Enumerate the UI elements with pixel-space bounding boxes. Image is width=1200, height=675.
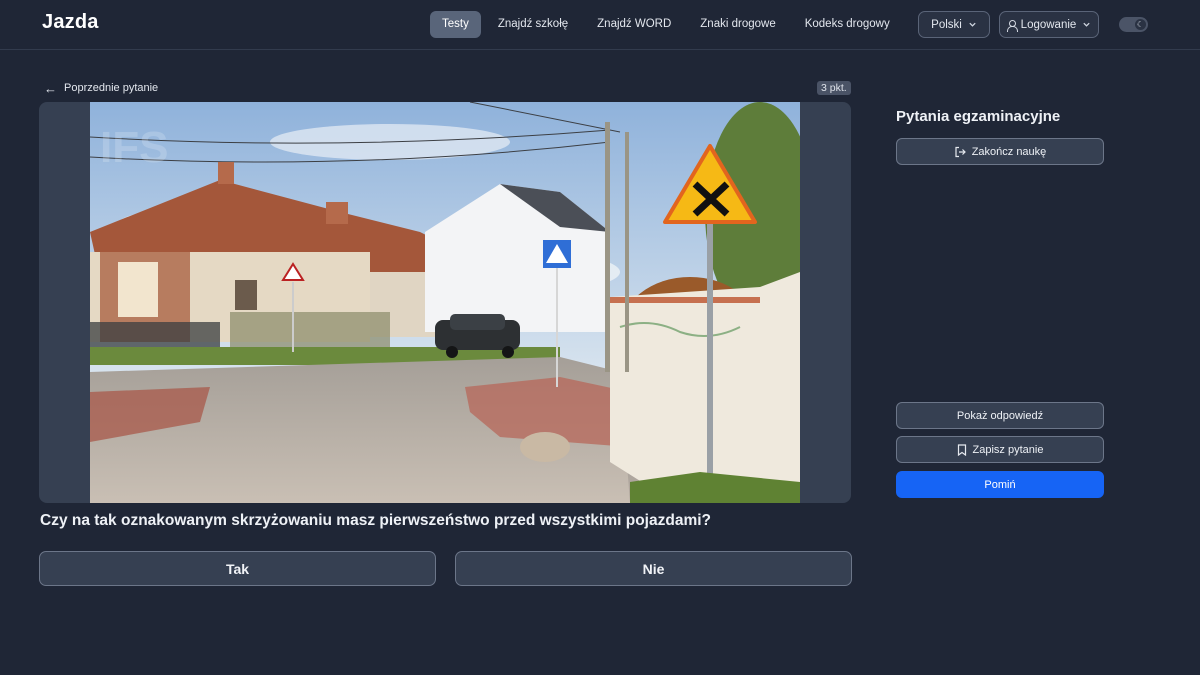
top-navbar: Jazda Testy Znajdź szkołę Znajdź WORD Zn… [0, 0, 1200, 50]
moon-icon: ☾ [1135, 19, 1146, 30]
previous-question-label: Poprzednie pytanie [64, 82, 159, 94]
save-question-label: Zapisz pytanie [972, 443, 1044, 456]
logout-icon [954, 146, 966, 158]
question-text: Czy na tak oznakowanym skrzyżowaniu masz… [40, 512, 711, 529]
login-button[interactable]: Logowanie [999, 11, 1099, 38]
panel-title: Pytania egzaminacyjne [896, 108, 1061, 125]
logo-text: Jazda [42, 11, 99, 33]
theme-toggle[interactable]: ☾ [1119, 17, 1148, 32]
points-badge: 3 pkt. [817, 81, 851, 95]
nav-item-road-signs[interactable]: Znaki drogowe [688, 11, 787, 38]
previous-question-link[interactable]: ← Poprzednie pytanie [44, 80, 158, 96]
show-answer-button[interactable]: Pokaż odpowiedź [896, 402, 1104, 429]
bookmark-icon [957, 443, 967, 456]
save-question-button[interactable]: Zapisz pytanie [896, 436, 1104, 463]
nav-item-find-school[interactable]: Znajdź szkołę [486, 11, 580, 38]
skip-label: Pomiń [984, 478, 1016, 491]
arrow-left-icon: ← [44, 80, 57, 96]
nav-item-tests[interactable]: Testy [430, 11, 481, 38]
skip-button[interactable]: Pomiń [896, 471, 1104, 498]
nav-item-find-word[interactable]: Znajdź WORD [585, 11, 683, 38]
nav-item-road-code[interactable]: Kodeks drogowy [793, 11, 902, 38]
answer-yes-button[interactable]: Tak [39, 551, 436, 586]
chevron-down-icon [969, 22, 976, 27]
language-label: Polski [931, 18, 962, 31]
show-answer-label: Pokaż odpowiedź [956, 409, 1044, 422]
chevron-down-icon [1083, 22, 1090, 27]
main-nav: Testy Znajdź szkołę Znajdź WORD Znaki dr… [430, 11, 959, 38]
language-select[interactable]: Polski [918, 11, 990, 38]
answer-no-button[interactable]: Nie [455, 551, 852, 586]
user-icon [1006, 19, 1018, 32]
question-image: IFS [90, 102, 800, 503]
finish-learning-button[interactable]: Zakończ naukę [896, 138, 1104, 165]
question-image-frame: IFS [39, 102, 851, 503]
login-label: Logowanie [1020, 18, 1077, 31]
logo[interactable]: Jazda [42, 11, 99, 34]
svg-text:IFS: IFS [100, 123, 168, 172]
finish-learning-label: Zakończ naukę [971, 145, 1047, 158]
